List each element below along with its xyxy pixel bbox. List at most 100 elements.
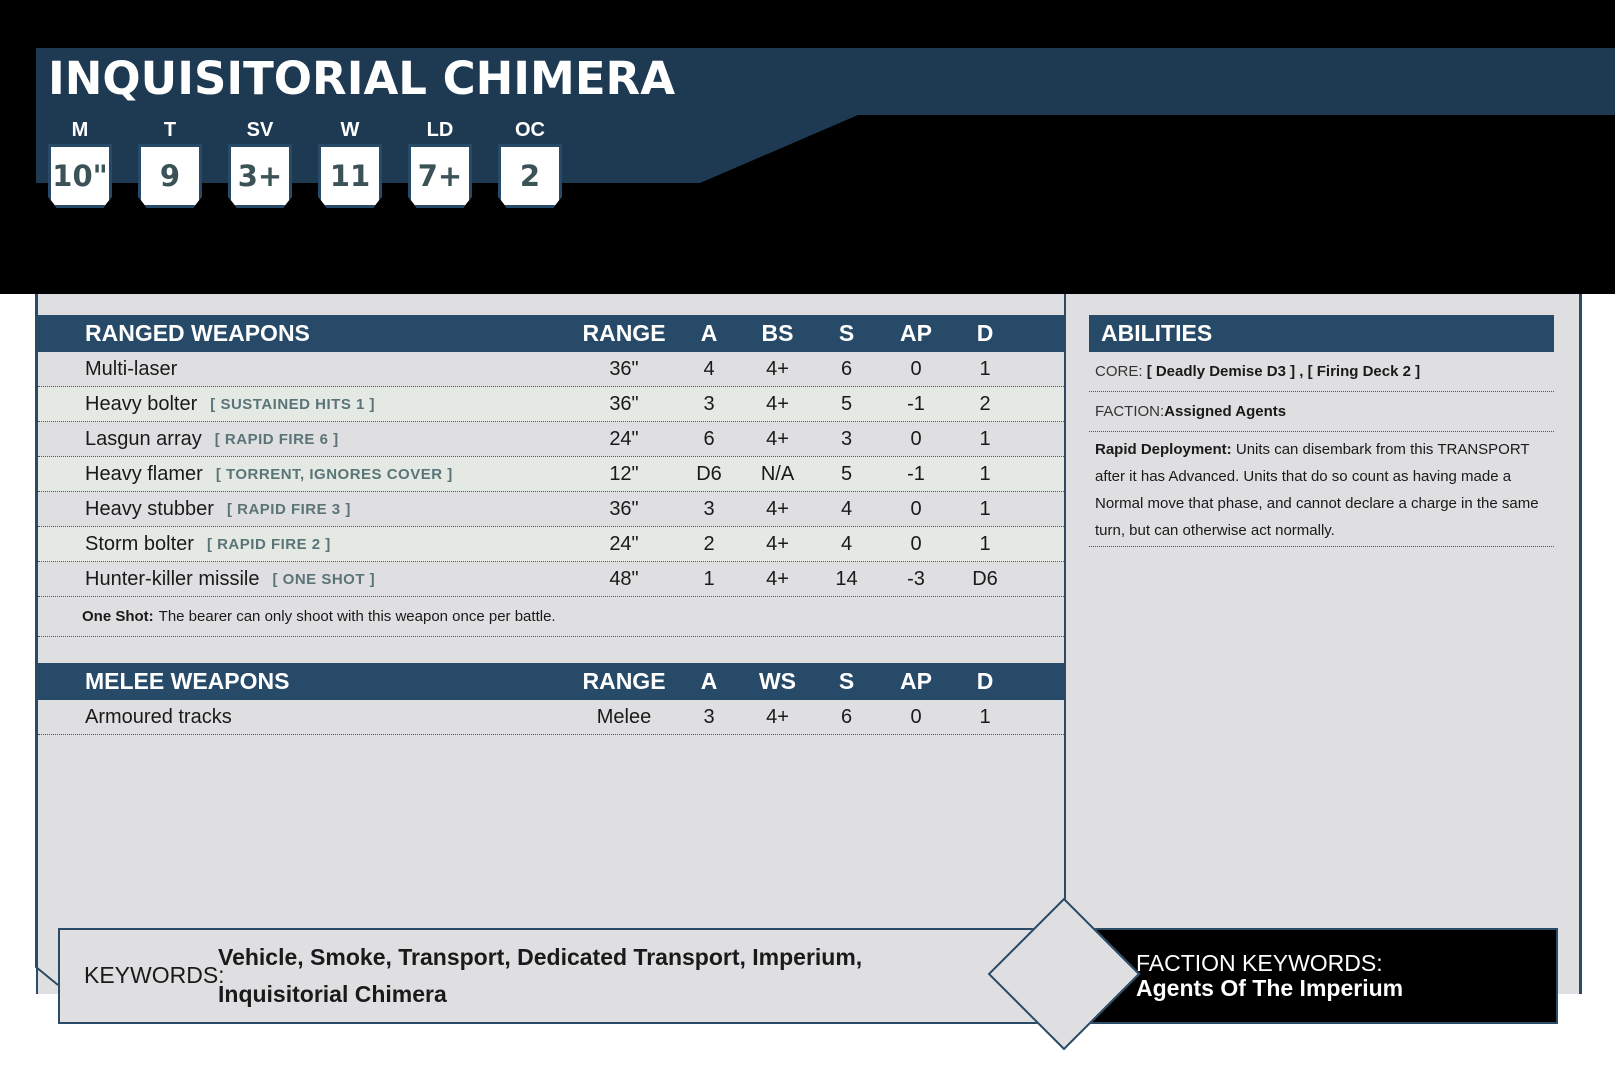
weapon-keywords: [ RAPID FIRE 6 ] xyxy=(214,430,339,448)
rule-text: The bearer can only shoot with this weap… xyxy=(158,608,556,625)
ranged-weapons-header: RANGED WEAPONS RANGE A BS S AP D xyxy=(38,315,1064,352)
column-divider xyxy=(1064,294,1066,916)
weapon-row: Hunter-killer missile[ ONE SHOT ] 48" 1 … xyxy=(38,562,1064,597)
weapon-row: Heavy stubber [ RAPID FIRE 3 ] 36" 3 4+ 4… xyxy=(38,492,1064,527)
col-header-s: S xyxy=(838,320,855,346)
stat-value: 3+ xyxy=(237,159,283,193)
core-label: CORE: xyxy=(1095,363,1143,380)
core-value: [ Deadly Demise D3 ] , [ Firing Deck 2 ] xyxy=(1146,363,1421,380)
weapon-range: 36" xyxy=(609,392,639,415)
stat-t: T 9 xyxy=(138,118,202,208)
stat-m: M 10" xyxy=(48,118,112,208)
weapon-name: Armoured tracks xyxy=(85,705,232,728)
stat-label: T xyxy=(163,119,177,141)
weapon-range: 48" xyxy=(609,567,639,590)
weapon-row: Lasgun array[ RAPID FIRE 6 ] 24" 6 4+ 3 … xyxy=(38,422,1064,457)
weapon-keywords: [ RAPID FIRE 2 ] xyxy=(206,535,331,553)
keywords-label: KEYWORDS: xyxy=(84,962,225,988)
stat-value-box: 9 xyxy=(138,144,202,208)
col-header-ap: AP xyxy=(900,668,932,694)
weapon-keywords: [ ONE SHOT ] xyxy=(272,570,376,588)
weapon-a: 3 xyxy=(703,497,715,520)
weapon-a: 2 xyxy=(703,532,715,555)
ranged-weapons-table: RANGED WEAPONS RANGE A BS S AP D Multi-l… xyxy=(38,315,1064,637)
weapon-d: 1 xyxy=(979,497,991,520)
stat-ld: LD 7+ xyxy=(408,118,472,208)
weapon-range: Melee xyxy=(596,705,652,728)
weapon-keywords: [ RAPID FIRE 3 ] xyxy=(226,500,351,518)
weapon-d: 2 xyxy=(979,392,991,415)
weapon-a: 6 xyxy=(703,427,715,450)
weapon-row: Armoured tracks Melee 3 4+ 6 0 1 xyxy=(38,700,1064,735)
stat-label: W xyxy=(340,119,360,141)
stat-value-box: 10" xyxy=(48,144,112,208)
weapon-a: 3 xyxy=(703,392,715,415)
rule-name: One Shot: xyxy=(82,608,154,625)
weapon-bs: 4+ xyxy=(766,532,789,555)
col-header-a: A xyxy=(700,320,718,346)
weapon-ap: 0 xyxy=(910,357,922,380)
weapon-d: 1 xyxy=(979,705,991,728)
faction-value: Assigned Agents xyxy=(1164,403,1287,420)
faction-label: FACTION: xyxy=(1095,403,1165,420)
abilities-header: ABILITIES xyxy=(1089,315,1554,352)
weapon-row: Heavy bolter [ SUSTAINED HITS 1 ] 36" 3 4… xyxy=(38,387,1064,422)
weapon-name: Multi-laser xyxy=(85,357,178,380)
ability-rapid-deployment: Rapid Deployment: Units can disembark fr… xyxy=(1089,432,1554,547)
faction-abilities: FACTION:Assigned Agents xyxy=(1089,392,1554,432)
stat-w: W 11 xyxy=(318,118,382,208)
weapon-name: Storm bolter xyxy=(85,532,194,555)
melee-weapons-table: MELEE WEAPONS RANGE A WS S AP D Armoured… xyxy=(38,663,1064,735)
col-header-ws: WS xyxy=(758,668,797,694)
stat-value: 11 xyxy=(329,159,371,193)
weapon-range: 36" xyxy=(609,357,639,380)
stat-oc: OC 2 xyxy=(498,118,562,208)
weapon-a: 4 xyxy=(703,357,715,380)
stat-value: 7+ xyxy=(417,159,463,193)
stat-label: LD xyxy=(426,119,454,141)
weapon-a: 1 xyxy=(703,567,715,590)
weapon-s: 5 xyxy=(840,392,853,415)
weapon-d: 1 xyxy=(979,532,991,555)
col-header-d: D xyxy=(976,668,994,694)
col-header-ap: AP xyxy=(900,320,932,346)
col-header-name: RANGED WEAPONS xyxy=(85,320,310,346)
stat-value: 9 xyxy=(159,159,181,193)
weapon-a: 3 xyxy=(703,705,715,728)
stat-sv: SV 3+ xyxy=(228,118,292,208)
weapon-ap: -1 xyxy=(907,392,925,415)
weapon-row: Multi-laser 36" 4 4+ 6 0 1 xyxy=(38,352,1064,387)
weapon-name: Hunter-killer missile xyxy=(85,567,260,590)
stat-value-box: 2 xyxy=(498,144,562,208)
col-header-s: S xyxy=(838,668,855,694)
weapon-d: 1 xyxy=(979,357,991,380)
weapon-bs: N/A xyxy=(760,462,795,485)
keywords-values: Vehicle, Smoke, Transport, Dedicated Tra… xyxy=(218,944,863,1007)
col-header-d: D xyxy=(976,320,994,346)
ability-name: Rapid Deployment: xyxy=(1095,441,1232,458)
weapon-ap: -3 xyxy=(907,567,925,590)
stat-value-box: 11 xyxy=(318,144,382,208)
weapon-d: 1 xyxy=(979,462,991,485)
stat-label: M xyxy=(71,119,89,141)
col-header-range: RANGE xyxy=(582,668,666,694)
faction-keywords-label: FACTION KEYWORDS: xyxy=(1136,950,1383,976)
faction-keywords-value: Agents Of The Imperium xyxy=(1136,975,1404,1001)
weapon-ap: 0 xyxy=(910,705,922,728)
weapon-name: Lasgun array xyxy=(85,427,202,450)
melee-weapons-header: MELEE WEAPONS RANGE A WS S AP D xyxy=(38,663,1064,700)
weapon-name: Heavy flamer xyxy=(85,462,203,485)
weapon-d: 1 xyxy=(979,427,991,450)
weapon-bs: 4+ xyxy=(766,392,789,415)
weapon-row: Heavy flamer [ TORRENT, IGNORES COVER ] 1… xyxy=(38,457,1064,492)
core-abilities: CORE: [ Deadly Demise D3 ] , [ Firing De… xyxy=(1089,352,1554,392)
weapon-ap: 0 xyxy=(910,427,922,450)
weapon-keywords: [ TORRENT, IGNORES COVER ] xyxy=(215,465,453,483)
stat-label: OC xyxy=(515,119,545,141)
weapon-d: D6 xyxy=(972,567,998,590)
stat-value-box: 7+ xyxy=(408,144,472,208)
abilities-panel: ABILITIES CORE: [ Deadly Demise D3 ] , [… xyxy=(1089,315,1554,547)
weapon-keywords: [ SUSTAINED HITS 1 ] xyxy=(210,395,376,413)
weapon-name: Heavy bolter xyxy=(85,392,198,415)
weapon-bs: 4+ xyxy=(766,357,789,380)
